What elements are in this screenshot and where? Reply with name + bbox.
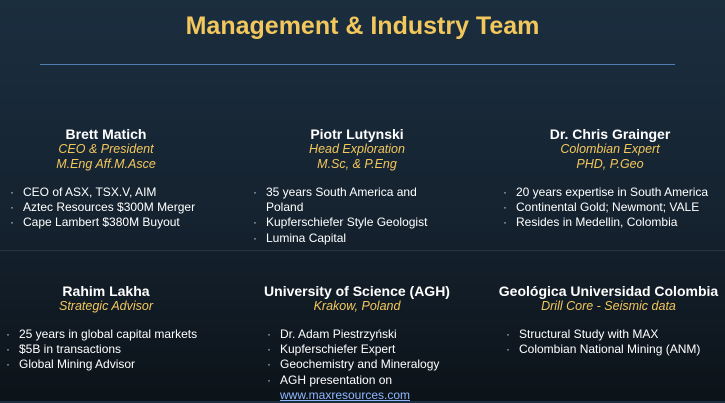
team-card-geologica-colombia: Geológica Universidad Colombia Drill Cor… xyxy=(496,283,721,358)
team-card-rahim-lakha: Rahim Lakha Strategic Advisor 25 years i… xyxy=(0,283,212,373)
bullet-item: Colombian National Mining (ANM) xyxy=(505,342,721,357)
member-role: Strategic Advisor xyxy=(58,299,154,313)
bullet-item: Resides in Medellin, Colombia xyxy=(502,215,720,230)
member-name: Geológica Universidad Colombia xyxy=(498,283,719,299)
bullet-item: $5B in transactions xyxy=(5,342,212,357)
bullet-item: Aztec Resources $300M Merger xyxy=(9,200,212,215)
team-card-brett-matich: Brett Matich CEO & President M.Eng Aff.M… xyxy=(0,126,212,231)
bullet-item: Global Mining Advisor xyxy=(5,357,212,372)
member-name: Dr. Chris Grainger xyxy=(549,126,671,142)
bullet-item: Kupferschiefer Expert xyxy=(266,342,462,357)
member-credentials: M.Sc, & P.Eng xyxy=(317,157,397,171)
bullet-item: 25 years in global capital markets xyxy=(5,327,212,342)
member-bullets: Dr. Adam Piestrzyński Kupferschiefer Exp… xyxy=(266,327,462,388)
member-name: Brett Matich xyxy=(65,126,147,142)
member-role: CEO & President xyxy=(58,142,154,156)
member-name: University of Science (AGH) xyxy=(264,283,450,299)
member-role: Krakow, Poland xyxy=(313,299,401,313)
bullet-item: Continental Gold; Newmont; VALE xyxy=(502,200,720,215)
bullet-item: 35 years South America and Poland xyxy=(252,185,432,215)
member-credentials: M.Eng Aff.M.Asce xyxy=(56,157,156,171)
bullet-item: Geochemistry and Mineralogy xyxy=(266,357,462,372)
member-bullets: 35 years South America and Poland Kupfer… xyxy=(252,185,432,246)
member-role: Colombian Expert xyxy=(560,142,660,156)
bullet-item: Dr. Adam Piestrzyński xyxy=(266,327,462,342)
team-card-agh-university: University of Science (AGH) Krakow, Pola… xyxy=(252,283,462,403)
member-role: Head Exploration xyxy=(309,142,405,156)
member-credentials: PHD, P.Geo xyxy=(576,157,644,171)
bullet-item: Cape Lambert $380M Buyout xyxy=(9,215,212,230)
row-divider xyxy=(0,250,725,251)
bullet-item: AGH presentation on xyxy=(266,373,462,388)
member-bullets: 25 years in global capital markets $5B i… xyxy=(5,327,212,373)
member-name: Piotr Lutynski xyxy=(310,126,404,142)
title-divider xyxy=(40,64,675,65)
bullet-item: Kupferschiefer Style Geologist xyxy=(252,215,432,230)
bullet-item: Structural Study with MAX xyxy=(505,327,721,342)
member-role: Drill Core - Seismic data xyxy=(541,299,676,313)
member-bullets: 20 years expertise in South America Cont… xyxy=(502,185,720,231)
bullet-item: 20 years expertise in South America xyxy=(502,185,720,200)
member-name: Rahim Lakha xyxy=(62,283,150,299)
team-card-piotr-lutynski: Piotr Lutynski Head Exploration M.Sc, & … xyxy=(252,126,462,246)
page-title: Management & Industry Team xyxy=(185,12,540,40)
member-bullets: Structural Study with MAX Colombian Nati… xyxy=(505,327,721,358)
bullet-item: Lumina Capital xyxy=(252,231,432,246)
team-card-chris-grainger: Dr. Chris Grainger Colombian Expert PHD,… xyxy=(500,126,720,231)
member-bullets: CEO of ASX, TSX.V, AIM Aztec Resources $… xyxy=(9,185,212,231)
bullet-item: CEO of ASX, TSX.V, AIM xyxy=(9,185,212,200)
